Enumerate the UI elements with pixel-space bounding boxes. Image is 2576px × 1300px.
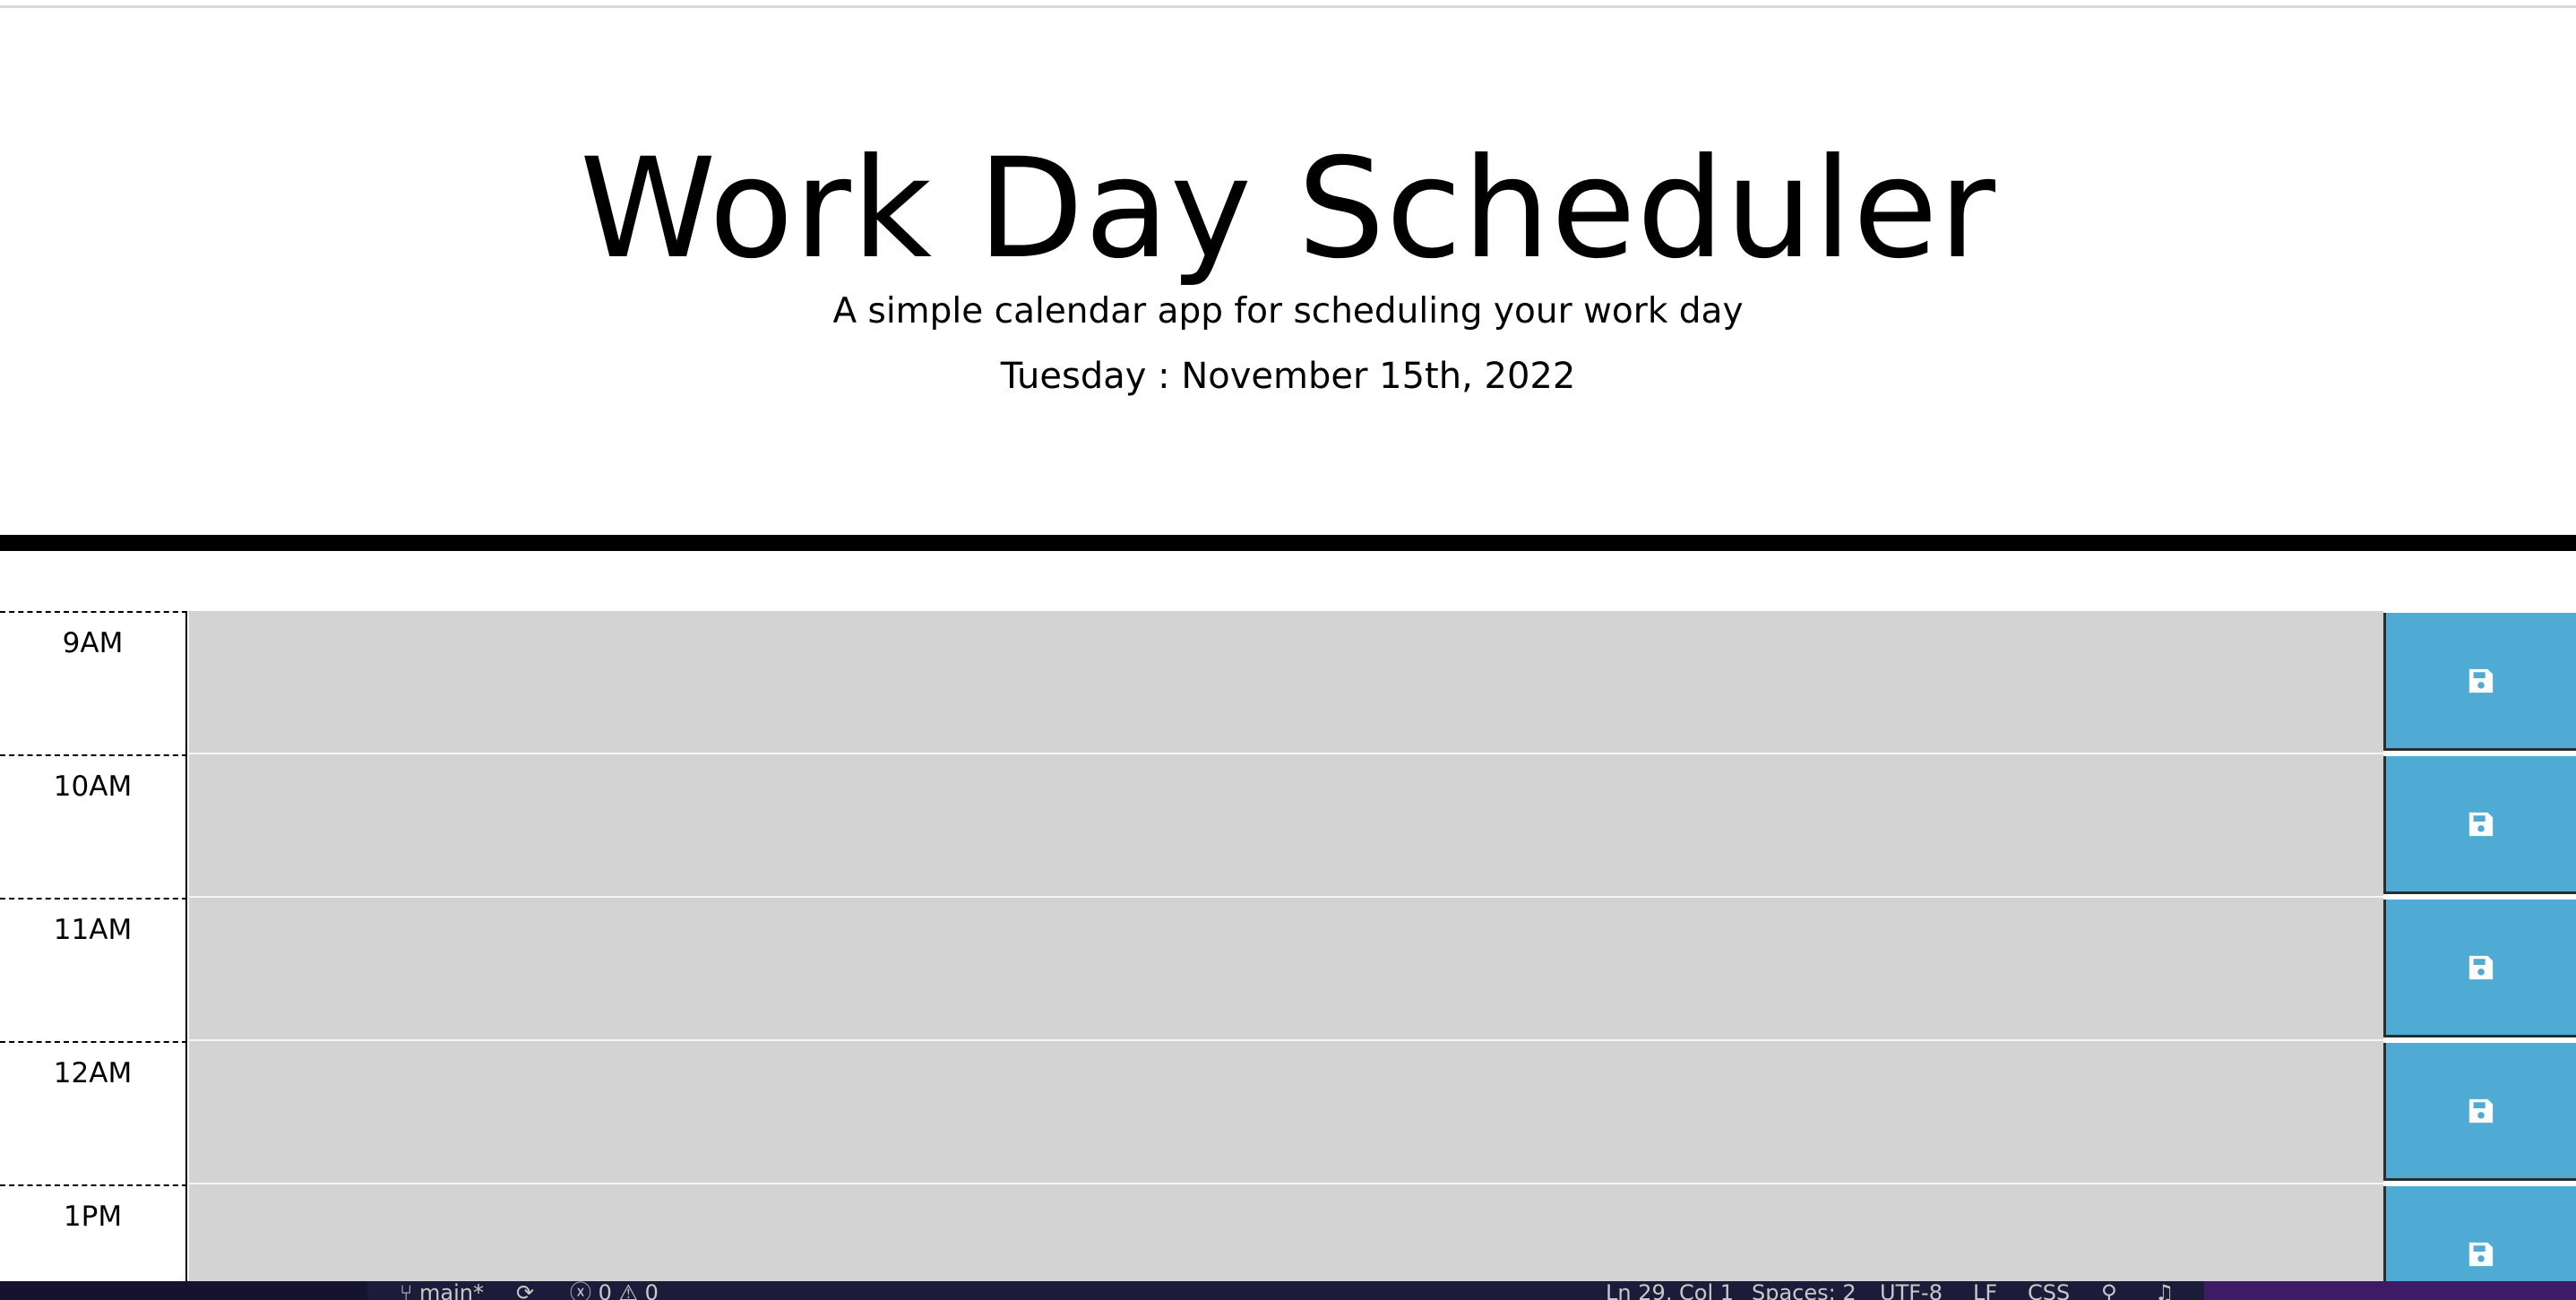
floppy-disk-icon: [2468, 955, 2494, 979]
source-control-branch[interactable]: ⑂ main*: [400, 1281, 485, 1300]
encoding-setting[interactable]: UTF-8: [1880, 1282, 1943, 1300]
page-title: Work Day Scheduler: [580, 129, 1996, 289]
hour-label: 9AM: [0, 611, 187, 754]
language-mode[interactable]: CSS: [2028, 1282, 2070, 1300]
status-bar-right-region: [2204, 1281, 2576, 1300]
time-block-11am: 11AM: [0, 898, 2576, 1041]
time-block-9am: 9AM: [0, 611, 2576, 754]
current-day: Tuesday : November 15th, 2022: [1000, 356, 1576, 397]
floppy-disk-icon: [2468, 668, 2494, 693]
floppy-disk-icon: [2468, 812, 2494, 836]
top-border: [0, 0, 2576, 8]
branch-label: main*: [419, 1281, 485, 1300]
indentation-setting[interactable]: Spaces: 2: [1752, 1282, 1857, 1300]
task-input[interactable]: [189, 754, 2383, 898]
branch-icon: ⑂: [400, 1281, 413, 1300]
jumbotron: Work Day Scheduler A simple calendar app…: [0, 8, 2576, 535]
scheduler-page: Work Day Scheduler A simple calendar app…: [0, 0, 2576, 1300]
hour-label: 10AM: [0, 754, 187, 898]
live-share-icon[interactable]: ⚲: [2101, 1282, 2117, 1300]
save-button[interactable]: [2383, 756, 2576, 894]
cursor-position[interactable]: Ln 29, Col 1: [1606, 1282, 1734, 1300]
hour-label: 11AM: [0, 898, 187, 1041]
task-input[interactable]: [189, 1041, 2383, 1184]
hour-label: 12AM: [0, 1041, 187, 1184]
task-input[interactable]: [189, 611, 2383, 754]
floppy-disk-icon: [2468, 1242, 2494, 1266]
time-block-10am: 10AM: [0, 754, 2576, 898]
floppy-disk-icon: [2468, 1098, 2494, 1123]
sync-icon[interactable]: ⟳: [516, 1282, 534, 1300]
save-button[interactable]: [2383, 1043, 2576, 1181]
status-bar-left-region: [0, 1281, 367, 1300]
page-lead: A simple calendar app for scheduling you…: [832, 291, 1744, 331]
task-input[interactable]: [189, 898, 2383, 1041]
header-divider: [0, 535, 2576, 551]
notifications-icon[interactable]: ♫: [2155, 1282, 2175, 1300]
problems-indicator[interactable]: ⓧ 0 ⚠ 0: [570, 1282, 659, 1300]
eol-setting[interactable]: LF: [1973, 1282, 1997, 1300]
time-block-list: 9AM 10AM 11AM 12AM 1PM: [0, 611, 2576, 1300]
save-button[interactable]: [2383, 613, 2576, 751]
editor-status-bar: ⑂ main* ⟳ ⓧ 0 ⚠ 0 Ln 29, Col 1 Spaces: 2…: [0, 1281, 2576, 1300]
time-block-12am: 12AM: [0, 1041, 2576, 1184]
save-button[interactable]: [2383, 900, 2576, 1037]
